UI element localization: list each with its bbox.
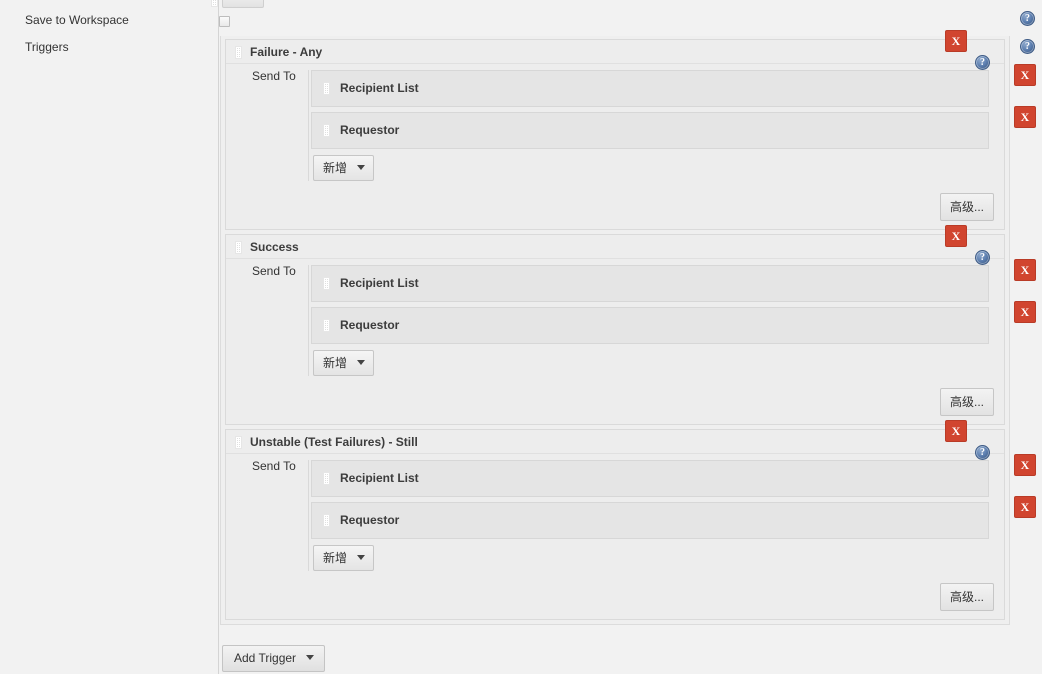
trigger-title: Unstable (Test Failures) - Still: [250, 435, 418, 449]
recipient-row: Requestor X ?: [311, 301, 1036, 344]
advanced-label: 高级...: [949, 200, 984, 214]
drag-grip-icon[interactable]: [235, 241, 242, 254]
recipient-row: Recipient List X ?: [311, 454, 1036, 497]
drag-grip-icon[interactable]: [211, 0, 218, 7]
chevron-down-icon: [306, 655, 315, 660]
column-divider: [218, 0, 219, 674]
partial-button-above[interactable]: [222, 0, 264, 8]
advanced-button[interactable]: 高级...: [939, 193, 994, 221]
triggers-container: Failure - Any X ? Send To Recipient List…: [220, 30, 1036, 625]
label-send-to: Send To: [252, 69, 296, 83]
delete-recipient-button[interactable]: X: [1014, 259, 1036, 281]
recipient-type-label: Requestor: [340, 123, 400, 137]
delete-trigger-button[interactable]: X: [945, 225, 967, 247]
chevron-down-icon: [357, 165, 366, 170]
add-recipient-label: 新增: [323, 551, 348, 565]
checkbox-save-to-workspace[interactable]: [219, 16, 230, 27]
recipient-type-label: Recipient List: [340, 471, 419, 485]
delete-trigger-button[interactable]: X: [945, 30, 967, 52]
trigger-title: Failure - Any: [250, 45, 323, 59]
drag-grip-icon[interactable]: [323, 514, 330, 527]
email-notification-triggers-form: Save to Workspace Triggers ? ? Failure -…: [0, 0, 1042, 674]
recipients-list: Recipient List X ? Requestor X ? 新增: [308, 454, 1036, 571]
help-icon[interactable]: ?: [1020, 11, 1035, 26]
add-trigger-button[interactable]: Add Trigger: [222, 645, 326, 672]
recipient-type-label: Recipient List: [340, 276, 419, 290]
advanced-label: 高级...: [949, 590, 984, 604]
trigger-body: Send To Recipient List X ? Requestor X ?: [226, 64, 1036, 229]
recipient-row: Recipient List X ?: [311, 64, 1036, 107]
recipients-list: Recipient List X ? Requestor X ? 新增: [308, 259, 1036, 376]
trigger-body: Send To Recipient List X ? Requestor X ?: [226, 259, 1036, 424]
drag-grip-icon[interactable]: [323, 124, 330, 137]
advanced-button[interactable]: 高级...: [939, 388, 994, 416]
trigger-panel: Failure - Any X ? Send To Recipient List…: [225, 30, 1036, 230]
add-trigger-label: Add Trigger: [234, 651, 297, 665]
delete-trigger-button[interactable]: X: [945, 420, 967, 442]
add-recipient-button[interactable]: 新增: [313, 350, 375, 376]
trigger-header: Success: [226, 235, 1004, 259]
drag-grip-icon[interactable]: [323, 82, 330, 95]
recipient-row: Recipient List X ?: [311, 259, 1036, 302]
label-send-to: Send To: [252, 264, 296, 278]
add-recipient-label: 新增: [323, 161, 348, 175]
drag-grip-icon[interactable]: [323, 277, 330, 290]
delete-recipient-button[interactable]: X: [1014, 106, 1036, 128]
drag-grip-icon[interactable]: [235, 46, 242, 59]
add-recipient-button[interactable]: 新增: [313, 155, 375, 181]
drag-grip-icon[interactable]: [323, 319, 330, 332]
recipient-row: Requestor X ?: [311, 496, 1036, 539]
delete-recipient-button[interactable]: X: [1014, 454, 1036, 476]
delete-recipient-button[interactable]: X: [1014, 496, 1036, 518]
trigger-header: Unstable (Test Failures) - Still: [226, 430, 1004, 454]
recipient-type-label: Requestor: [340, 318, 400, 332]
label-save-to-workspace: Save to Workspace: [25, 13, 129, 27]
delete-recipient-button[interactable]: X: [1014, 64, 1036, 86]
add-recipient-label: 新增: [323, 356, 348, 370]
trigger-title: Success: [250, 240, 299, 254]
chevron-down-icon: [357, 360, 366, 365]
delete-recipient-button[interactable]: X: [1014, 301, 1036, 323]
label-triggers: Triggers: [25, 40, 69, 54]
trigger-header: Failure - Any: [226, 40, 1004, 64]
add-recipient-button[interactable]: 新增: [313, 545, 375, 571]
recipient-row: Requestor X ?: [311, 106, 1036, 149]
label-send-to: Send To: [252, 459, 296, 473]
trigger-body: Send To Recipient List X ? Requestor X ?: [226, 454, 1036, 619]
help-icon[interactable]: ?: [1020, 39, 1035, 54]
recipient-type-label: Recipient List: [340, 81, 419, 95]
trigger-panel: Unstable (Test Failures) - Still X ? Sen…: [225, 420, 1036, 620]
recipients-list: Recipient List X ? Requestor X ? 新增: [308, 64, 1036, 181]
advanced-button[interactable]: 高级...: [939, 583, 994, 611]
trigger-panel: Success X ? Send To Recipient List X ? R…: [225, 225, 1036, 425]
drag-grip-icon[interactable]: [235, 436, 242, 449]
advanced-label: 高级...: [949, 395, 984, 409]
recipient-type-label: Requestor: [340, 513, 400, 527]
chevron-down-icon: [357, 555, 366, 560]
drag-grip-icon[interactable]: [323, 472, 330, 485]
